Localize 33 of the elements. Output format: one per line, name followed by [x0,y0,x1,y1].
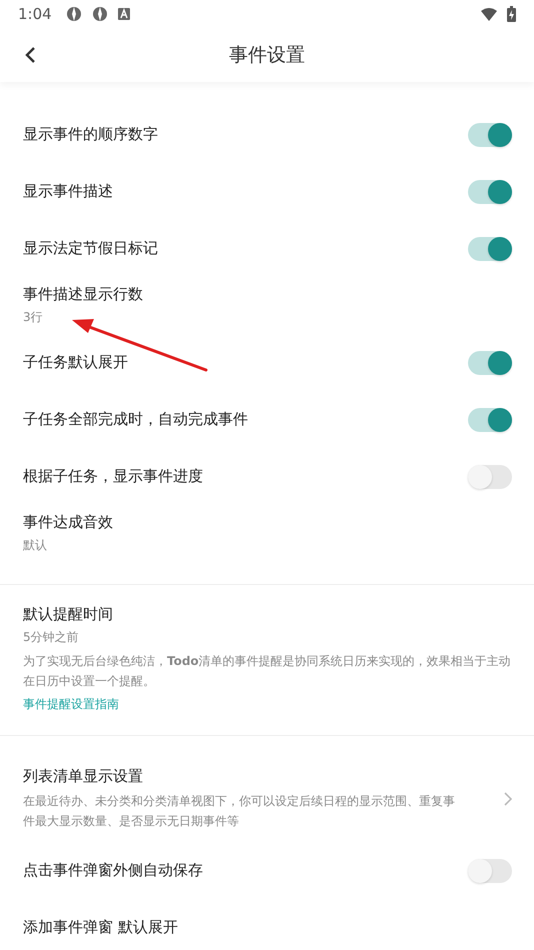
setting-label: 事件描述显示行数 [23,285,144,304]
setting-label: 根据子任务，显示事件进度 [23,467,204,486]
setting-label: 点击事件弹窗外侧自动保存 [23,861,204,880]
setting-value: 3行 [23,309,44,326]
setting-value: 5分钟之前 [23,629,80,646]
toggle-switch[interactable] [468,122,512,146]
toggle-switch[interactable] [468,464,512,488]
toggle-switch[interactable] [468,180,512,204]
setting-label: 显示事件的顺序数字 [23,125,159,144]
app-icon [92,6,108,22]
setting-label: 子任务全部完成时，自动完成事件 [23,410,249,429]
back-icon[interactable] [23,46,37,64]
wifi-icon [481,8,497,20]
toggle-switch[interactable] [468,408,512,432]
notification-icon [118,8,130,20]
toggle-switch[interactable] [468,236,512,260]
setting-note: 为了实现无后台绿色纯洁，Todo清单的事件提醒是协同系统日历来实现的，效果相当于主动在日历中设置一个提醒。 [23,653,512,690]
setting-label: 列表清单显示设置 [23,767,144,786]
setting-label: 显示法定节假日标记 [23,239,159,258]
setting-label: 事件达成音效 [23,513,114,532]
toggle-switch[interactable] [468,350,512,374]
setting-value: 默认 [23,537,48,554]
setting-note: 在最近待办、未分类和分类清单视图下，你可以设定后续日程的显示范围、重复事件最大显示数量、是否显示无日期事件等 [23,793,456,830]
guide-link[interactable]: 事件提醒设置指南 [23,696,119,713]
setting-label: 子任务默认展开 [23,353,129,372]
toggle-switch[interactable] [468,858,512,882]
setting-label: 默认提醒时间 [23,605,114,624]
page-title: 事件设置 [229,43,305,68]
setting-label: 显示事件描述 [23,182,114,201]
setting-label: 添加事件弹窗 默认展开 [23,918,179,937]
app-icon [66,6,82,22]
status-time: 1:04 [18,5,52,23]
battery-icon [507,6,516,22]
